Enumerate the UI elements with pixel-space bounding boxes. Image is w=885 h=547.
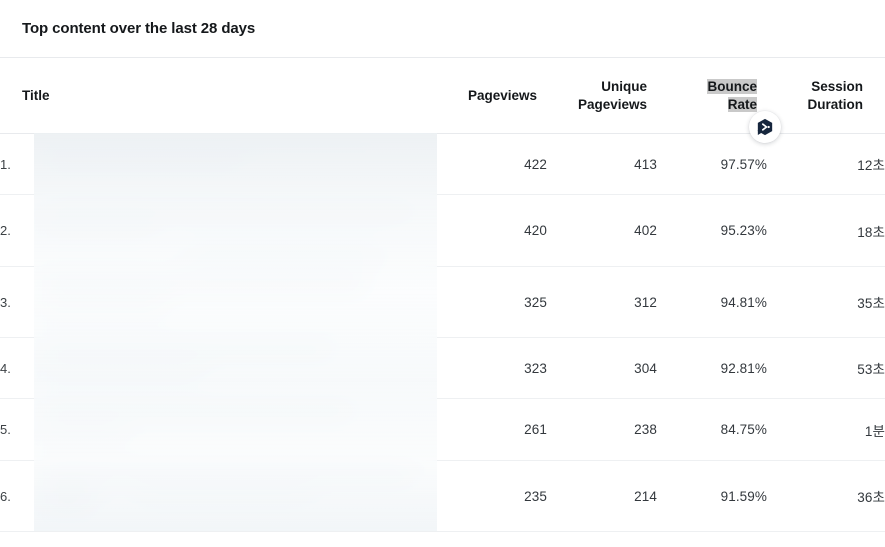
hexagon-chevron-badge[interactable]	[749, 111, 781, 143]
row-session-duration: 53초	[767, 337, 885, 399]
top-content-card: Top content over the last 28 days Title …	[0, 0, 885, 547]
row-pageviews: 235	[437, 460, 547, 532]
column-header-session-duration-line1: Session	[811, 78, 863, 94]
row-bounce-rate: 95.23%	[657, 194, 767, 267]
table-body: 1. 422 413 97.57% 12초 2. 420 402 95.23% …	[0, 133, 885, 532]
column-header-unique-pageviews-line2: Pageviews	[577, 96, 647, 112]
column-header-unique-pageviews[interactable]: Unique Pageviews	[547, 58, 657, 134]
column-header-bounce-rate-line1: Bounce	[707, 78, 757, 94]
column-header-session-duration-line2: Duration	[807, 96, 864, 112]
row-rank: 3.	[0, 294, 11, 310]
row-title-redacted	[34, 399, 437, 460]
row-session-duration: 1분	[767, 398, 885, 461]
page-title: Top content over the last 28 days	[22, 20, 256, 37]
row-pageviews: 261	[437, 398, 547, 461]
table-row[interactable]: 1. 422 413 97.57% 12초	[0, 133, 885, 195]
row-bounce-rate: 91.59%	[657, 460, 767, 532]
row-title-redacted	[34, 195, 437, 266]
row-title-cell[interactable]: 5.	[0, 398, 437, 461]
row-bounce-rate: 92.81%	[657, 337, 767, 399]
row-unique-pageviews: 312	[547, 266, 657, 338]
row-bounce-rate: 84.75%	[657, 398, 767, 461]
row-title-cell[interactable]: 6.	[0, 460, 437, 532]
table-row[interactable]: 2. 420 402 95.23% 18초	[0, 194, 885, 267]
row-title-redacted	[34, 267, 437, 337]
row-bounce-rate: 94.81%	[657, 266, 767, 338]
row-session-duration: 12초	[767, 133, 885, 195]
column-header-session-duration[interactable]: Session Duration	[767, 58, 885, 134]
row-title-redacted	[34, 338, 437, 398]
row-rank: 5.	[0, 422, 11, 437]
table-row[interactable]: 4. 323 304 92.81% 53초	[0, 337, 885, 399]
row-rank: 6.	[0, 488, 11, 504]
row-bounce-rate: 97.57%	[657, 133, 767, 195]
hexagon-chevron-icon	[755, 117, 775, 137]
row-session-duration: 35초	[767, 266, 885, 338]
column-header-title[interactable]: Title	[0, 58, 437, 134]
row-unique-pageviews: 413	[547, 133, 657, 195]
column-header-bounce-rate-line2: Rate	[727, 96, 757, 112]
row-unique-pageviews: 402	[547, 194, 657, 267]
row-title-cell[interactable]: 1.	[0, 133, 437, 195]
row-title-redacted	[34, 134, 437, 194]
column-header-title-label: Title	[22, 87, 50, 103]
column-header-unique-pageviews-line1: Unique	[601, 78, 647, 94]
row-pageviews: 420	[437, 194, 547, 267]
row-pageviews: 325	[437, 266, 547, 338]
row-rank: 1.	[0, 156, 11, 172]
table-row[interactable]: 5. 261 238 84.75% 1분	[0, 398, 885, 461]
card-header: Top content over the last 28 days	[0, 0, 885, 58]
row-title-redacted	[34, 461, 437, 531]
row-title-cell[interactable]: 3.	[0, 266, 437, 338]
row-pageviews: 323	[437, 337, 547, 399]
row-unique-pageviews: 304	[547, 337, 657, 399]
row-session-duration: 18초	[767, 194, 885, 267]
column-header-pageviews[interactable]: Pageviews	[437, 58, 547, 134]
row-pageviews: 422	[437, 133, 547, 195]
row-title-cell[interactable]: 2.	[0, 194, 437, 267]
row-rank: 4.	[0, 360, 11, 376]
table-row[interactable]: 3. 325 312 94.81% 35초	[0, 266, 885, 338]
row-title-cell[interactable]: 4.	[0, 337, 437, 399]
row-unique-pageviews: 214	[547, 460, 657, 532]
row-unique-pageviews: 238	[547, 398, 657, 461]
column-header-pageviews-label: Pageviews	[467, 87, 537, 103]
row-rank: 2.	[0, 223, 11, 238]
row-session-duration: 36초	[767, 460, 885, 532]
table-row[interactable]: 6. 235 214 91.59% 36초	[0, 460, 885, 532]
